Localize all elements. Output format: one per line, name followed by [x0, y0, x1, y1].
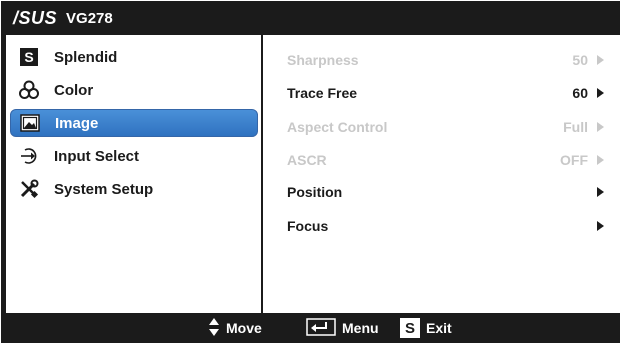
menu-item-label: Input Select: [54, 147, 140, 165]
menu-item-splendid[interactable]: S Splendid: [10, 43, 258, 71]
submenu-label: Focus: [287, 218, 329, 234]
menu-item-label: Splendid: [54, 48, 118, 66]
submenu-label: ASCR: [287, 152, 327, 168]
menu-label: Menu: [342, 320, 379, 336]
submenu-value: 60: [572, 85, 588, 101]
submenu-value: 50: [572, 52, 588, 68]
menu-item-label: Color: [54, 81, 94, 99]
submenu-item-position[interactable]: Position: [263, 180, 620, 204]
arrow-right-icon: [597, 155, 604, 165]
submenu-item-trace-free[interactable]: Trace Free 60: [263, 81, 620, 105]
color-circles-icon: [18, 79, 40, 101]
menu-item-system-setup[interactable]: System Setup: [10, 175, 258, 203]
arrow-right-icon: [597, 122, 604, 132]
tools-icon: [18, 178, 40, 200]
image-icon: [19, 112, 41, 134]
model-name: VG278: [66, 9, 113, 27]
menu-item-color[interactable]: Color: [10, 76, 258, 104]
asus-logo: /SUS: [13, 7, 58, 28]
osd-header: /SUS VG278: [1, 1, 620, 35]
menu-hint: Menu: [306, 313, 379, 343]
arrow-right-icon: [597, 221, 604, 231]
submenu-item-focus[interactable]: Focus: [263, 214, 620, 238]
submenu-panel: Sharpness 50 Trace Free 60 Aspect Contro…: [263, 35, 620, 313]
exit-label: Exit: [426, 320, 452, 336]
arrow-right-icon: [597, 55, 604, 65]
osd-footer: Move Menu S Exit: [1, 313, 620, 343]
arrow-right-icon: [597, 88, 604, 98]
submenu-label: Position: [287, 184, 343, 200]
submenu-value: OFF: [560, 152, 588, 168]
osd-window: /SUS VG278 S Splendid Color Image Input …: [1, 1, 620, 343]
menu-item-input-select[interactable]: Input Select: [10, 142, 258, 170]
submenu-label: Sharpness: [287, 52, 359, 68]
splendid-s-icon: S: [18, 46, 40, 68]
menu-item-image[interactable]: Image: [10, 109, 258, 137]
submenu-item-sharpness[interactable]: Sharpness 50: [263, 48, 620, 72]
menu-item-label: Image: [55, 114, 99, 132]
input-arrow-icon: [18, 145, 40, 167]
submenu-value: Full: [563, 119, 588, 135]
menu-item-label: System Setup: [54, 180, 154, 198]
svg-text:S: S: [24, 49, 33, 65]
move-label: Move: [226, 320, 262, 336]
move-hint: Move: [208, 313, 262, 343]
up-down-arrows-icon: [208, 317, 220, 340]
main-menu: S Splendid Color Image Input Select Syst…: [6, 35, 261, 313]
exit-s-key-icon: S: [400, 318, 420, 338]
exit-hint: S Exit: [400, 313, 452, 343]
submenu-item-aspect-control[interactable]: Aspect Control Full: [263, 115, 620, 139]
submenu-label: Trace Free: [287, 85, 358, 101]
arrow-right-icon: [597, 187, 604, 197]
submenu-item-ascr[interactable]: ASCR OFF: [263, 148, 620, 172]
enter-key-icon: [306, 317, 336, 339]
submenu-label: Aspect Control: [287, 119, 388, 135]
